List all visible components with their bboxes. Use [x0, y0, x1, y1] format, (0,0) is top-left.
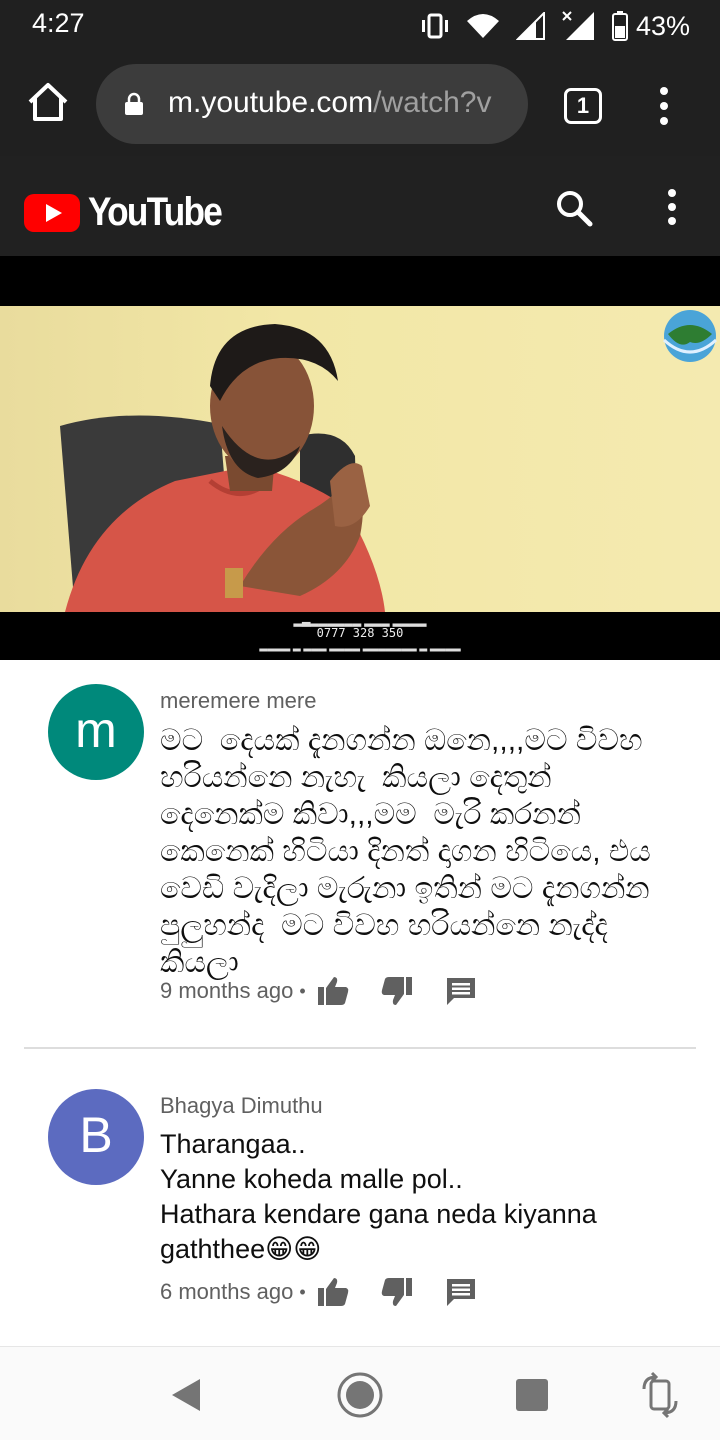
- url-text: m.youtube.com/watch?v: [168, 86, 491, 120]
- system-nav-bar: [0, 1346, 720, 1440]
- like-icon[interactable]: [316, 1275, 350, 1309]
- comment-author[interactable]: Bhagya Dimuthu: [160, 1093, 323, 1119]
- avatar[interactable]: B: [48, 1089, 144, 1185]
- tabs-button[interactable]: 1: [564, 88, 602, 124]
- comment-item: m meremere mere මට දෙයක් දැනගන්න ඔනෙ,,,,…: [0, 660, 720, 1045]
- dislike-icon[interactable]: [380, 974, 414, 1008]
- youtube-header: YouTube: [0, 156, 720, 256]
- home-circle-icon[interactable]: [336, 1371, 384, 1419]
- comment-text: මට දෙයක් දැනගන්න ඔනෙ,,,,මට විවහ හරියන්නෙ…: [160, 724, 660, 979]
- signal-x-icon: [562, 11, 594, 40]
- vibrate-icon: [421, 13, 448, 39]
- video-thumbnail: [60, 310, 718, 612]
- meta-separator: •: [299, 980, 306, 1001]
- comment-time: 6 months ago: [160, 1279, 294, 1304]
- avatar[interactable]: m: [48, 684, 144, 780]
- status-time: 4:27: [32, 8, 85, 38]
- comment-time: 9 months ago: [160, 978, 294, 1003]
- signal-icon: [515, 12, 545, 40]
- rotate-icon[interactable]: [636, 1371, 684, 1419]
- url-path: /watch?v: [373, 86, 492, 119]
- browser-toolbar: m.youtube.com/watch?v 1: [0, 52, 720, 156]
- youtube-logo-icon: [24, 193, 80, 232]
- caption-phone: 0777 328 350: [316, 626, 404, 640]
- lock-icon: [125, 92, 143, 115]
- like-icon[interactable]: [316, 974, 350, 1008]
- video-player[interactable]: ▂▃▂▂▂▂▂▂ ▂▂▂ ▂▂▂▂ 0777 328 350 ▂▂▂▂ ▂ ▂▂…: [0, 256, 720, 660]
- comment-meta: 9 months ago •: [160, 974, 478, 1008]
- url-host: m.youtube.com: [168, 86, 374, 119]
- reply-icon[interactable]: [444, 974, 478, 1008]
- more-vertical-icon[interactable]: [652, 84, 676, 128]
- comment-text: Tharangaa.. Yanne koheda malle pol.. Hat…: [160, 1129, 597, 1264]
- status-icons: 43%: [420, 8, 690, 44]
- comment-author[interactable]: meremere mere: [160, 688, 316, 714]
- back-icon[interactable]: [162, 1371, 210, 1419]
- comment-item: B Bhagya Dimuthu Tharangaa.. Yanne kohed…: [0, 1065, 720, 1325]
- comment-divider: [24, 1047, 696, 1049]
- youtube-logo[interactable]: YouTube: [24, 190, 239, 235]
- status-bar: 4:27 43%: [0, 0, 720, 52]
- caption-line-decor: ▂▂▂▂ ▂ ▂▂▂ ▂▂▂▂ ▂▂▂▂▂▂▂ ▂ ▂▂▂▂: [259, 641, 461, 652]
- recents-icon[interactable]: [508, 1371, 556, 1419]
- video-caption: ▂▃▂▂▂▂▂▂ ▂▂▂ ▂▂▂▂ 0777 328 350 ▂▂▂▂ ▂ ▂▂…: [0, 612, 720, 660]
- wifi-icon: [466, 14, 499, 38]
- battery-icon: [611, 11, 628, 41]
- comment-meta: 6 months ago •: [160, 1275, 478, 1309]
- more-vertical-icon[interactable]: [660, 186, 684, 228]
- home-icon[interactable]: [24, 78, 72, 126]
- youtube-wordmark: YouTube: [88, 190, 223, 234]
- battery-level: 43%: [635, 10, 690, 41]
- search-icon[interactable]: [554, 188, 594, 228]
- reply-icon[interactable]: [444, 1275, 478, 1309]
- dislike-icon[interactable]: [380, 1275, 414, 1309]
- address-bar[interactable]: m.youtube.com/watch?v: [96, 64, 528, 144]
- meta-separator: •: [299, 1281, 306, 1302]
- video-frame: [0, 306, 720, 612]
